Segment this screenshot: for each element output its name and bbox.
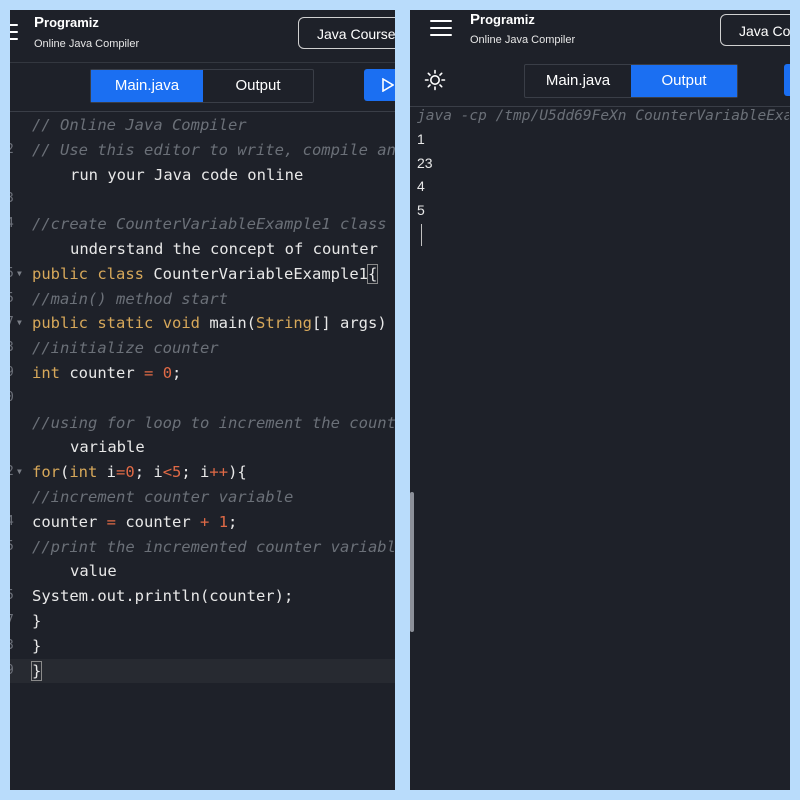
code-text: //increment counter variable: [32, 487, 294, 506]
app-subtitle: Online Java Compiler: [34, 38, 140, 50]
code-line[interactable]: 5▼ public class CounterVariableExample1{: [10, 262, 395, 287]
code-text: for(int i=0; i<5; i++){: [32, 463, 247, 482]
code-line[interactable]: 2 // Use this editor to write, compile an…: [10, 138, 395, 163]
fold-arrow-icon[interactable]: ▼: [17, 460, 22, 485]
code-line[interactable]: 4 counter = counter + 1;: [10, 510, 395, 535]
tab-output[interactable]: Output: [631, 65, 737, 97]
line-number: 5: [10, 535, 16, 560]
code-text: int counter = 0;: [32, 363, 182, 382]
code-editor[interactable]: // Online Java Compiler 2 // Use this edit…: [10, 113, 395, 684]
hamburger-menu-icon[interactable]: [10, 24, 18, 40]
line-number: 2: [10, 460, 16, 485]
code-text: counter = counter + 1;: [32, 512, 238, 531]
code-text: public class CounterVariableExample1{: [32, 263, 379, 284]
output-line: 23: [417, 154, 433, 171]
tab-main-java[interactable]: Main.java: [525, 65, 631, 97]
output-toolbar: Main.java Output: [410, 58, 790, 107]
line-number: 3: [10, 336, 16, 361]
app-header: Programiz Online Java Compiler Java Cour…: [10, 10, 395, 63]
code-line[interactable]: variable: [10, 435, 395, 460]
code-text: System.out.println(counter);: [32, 587, 294, 606]
code-line[interactable]: run your Java code online: [10, 163, 395, 188]
line-number: 3: [10, 634, 16, 659]
theme-sun-icon[interactable]: [424, 69, 446, 91]
programiz-logo[interactable]: Programiz: [34, 14, 99, 31]
code-text: }: [32, 611, 42, 630]
code-line[interactable]: understand the concept of counter: [10, 237, 395, 262]
code-text: // Online Java Compiler: [32, 116, 247, 134]
code-line[interactable]: 0: [10, 386, 395, 411]
editor-toolbar: Main.java Output: [10, 63, 395, 112]
java-course-button[interactable]: Java Course: [298, 17, 395, 49]
code-line[interactable]: 5 //print the incremented counter variabl…: [10, 535, 395, 560]
output-line: 5: [417, 201, 425, 218]
file-tabs: Main.java Output: [90, 69, 314, 103]
code-line[interactable]: 7▼ public static void main(String[] args)…: [10, 311, 395, 336]
code-line[interactable]: value: [10, 559, 395, 584]
line-number: 4: [10, 510, 16, 535]
code-line[interactable]: 3 //initialize counter: [10, 336, 395, 361]
code-line[interactable]: 7}: [10, 609, 395, 634]
tab-output[interactable]: Output: [203, 70, 313, 102]
line-number: 7: [10, 609, 16, 634]
code-line[interactable]: 9 int counter = 0;: [10, 361, 395, 386]
hamburger-menu-icon[interactable]: [430, 20, 452, 36]
code-text: understand the concept of counter: [70, 239, 378, 258]
output-panel: Programiz Online Java Compiler Java Cour…: [410, 10, 790, 790]
code-text: }: [30, 660, 43, 681]
line-number: 2: [10, 138, 16, 163]
code-line[interactable]: 4 //create CounterVariableExample1 class …: [10, 212, 395, 237]
code-text: run your Java code online: [70, 165, 304, 184]
code-line[interactable]: 3}: [10, 634, 395, 659]
line-number: 3: [10, 187, 16, 212]
line-number: 5: [10, 262, 16, 287]
programiz-logo[interactable]: Programiz: [470, 11, 535, 28]
run-button[interactable]: [784, 64, 790, 96]
file-tabs: Main.java Output: [524, 64, 738, 98]
line-number: 4: [10, 212, 16, 237]
line-number: 7: [10, 311, 16, 336]
line-number: 5: [10, 584, 16, 609]
run-play-icon: [382, 78, 394, 92]
panel-divider-handle[interactable]: [410, 492, 414, 632]
output-line: 1: [417, 131, 425, 147]
fold-arrow-icon[interactable]: ▼: [17, 262, 22, 287]
code-text: //print the incremented counter variable: [32, 537, 395, 556]
output-console[interactable]: java -cp /tmp/U5dd69FeXn CounterVariable…: [417, 104, 789, 246]
code-text: //create CounterVariableExample1 class t…: [32, 215, 395, 234]
output-cursor: [421, 224, 422, 246]
fold-arrow-icon[interactable]: ▼: [17, 311, 22, 336]
code-text: }: [32, 636, 42, 655]
output-command: java -cp /tmp/U5dd69FeXn CounterVariable…: [417, 108, 789, 124]
code-text: variable: [70, 438, 145, 457]
java-course-button[interactable]: Java Course: [720, 14, 790, 46]
code-line[interactable]: 2▼ for(int i=0; i<5; i++){: [10, 460, 395, 485]
code-line[interactable]: 5 //main() method start: [10, 287, 395, 312]
line-number: 0: [10, 386, 16, 411]
code-line[interactable]: //increment counter variable: [10, 485, 395, 510]
code-line[interactable]: 9}: [10, 658, 395, 684]
code-line[interactable]: //using for loop to increment the counte…: [10, 411, 395, 436]
output-line: 4: [417, 178, 425, 194]
code-text: public static void main(String[] args) {: [32, 314, 387, 333]
code-text: //initialize counter: [32, 339, 219, 358]
app-header: Programiz Online Java Compiler Java Cour…: [410, 10, 790, 63]
code-line[interactable]: 3: [10, 187, 395, 212]
code-text: value: [70, 562, 117, 581]
editor-panel: Programiz Online Java Compiler Java Cour…: [10, 10, 395, 790]
code-line[interactable]: 5 System.out.println(counter);: [10, 584, 395, 609]
line-number: 5: [10, 287, 16, 312]
code-line[interactable]: // Online Java Compiler: [10, 113, 395, 138]
code-text: //using for loop to increment the counte…: [32, 413, 395, 432]
tab-main-java[interactable]: Main.java: [91, 70, 203, 102]
code-text: // Use this editor to write, compile and: [32, 140, 395, 159]
app-subtitle: Online Java Compiler: [470, 34, 576, 46]
line-number: 9: [10, 361, 16, 386]
line-number: 9: [10, 659, 16, 684]
code-text: //main() method start: [32, 289, 228, 308]
run-button[interactable]: [364, 69, 395, 101]
